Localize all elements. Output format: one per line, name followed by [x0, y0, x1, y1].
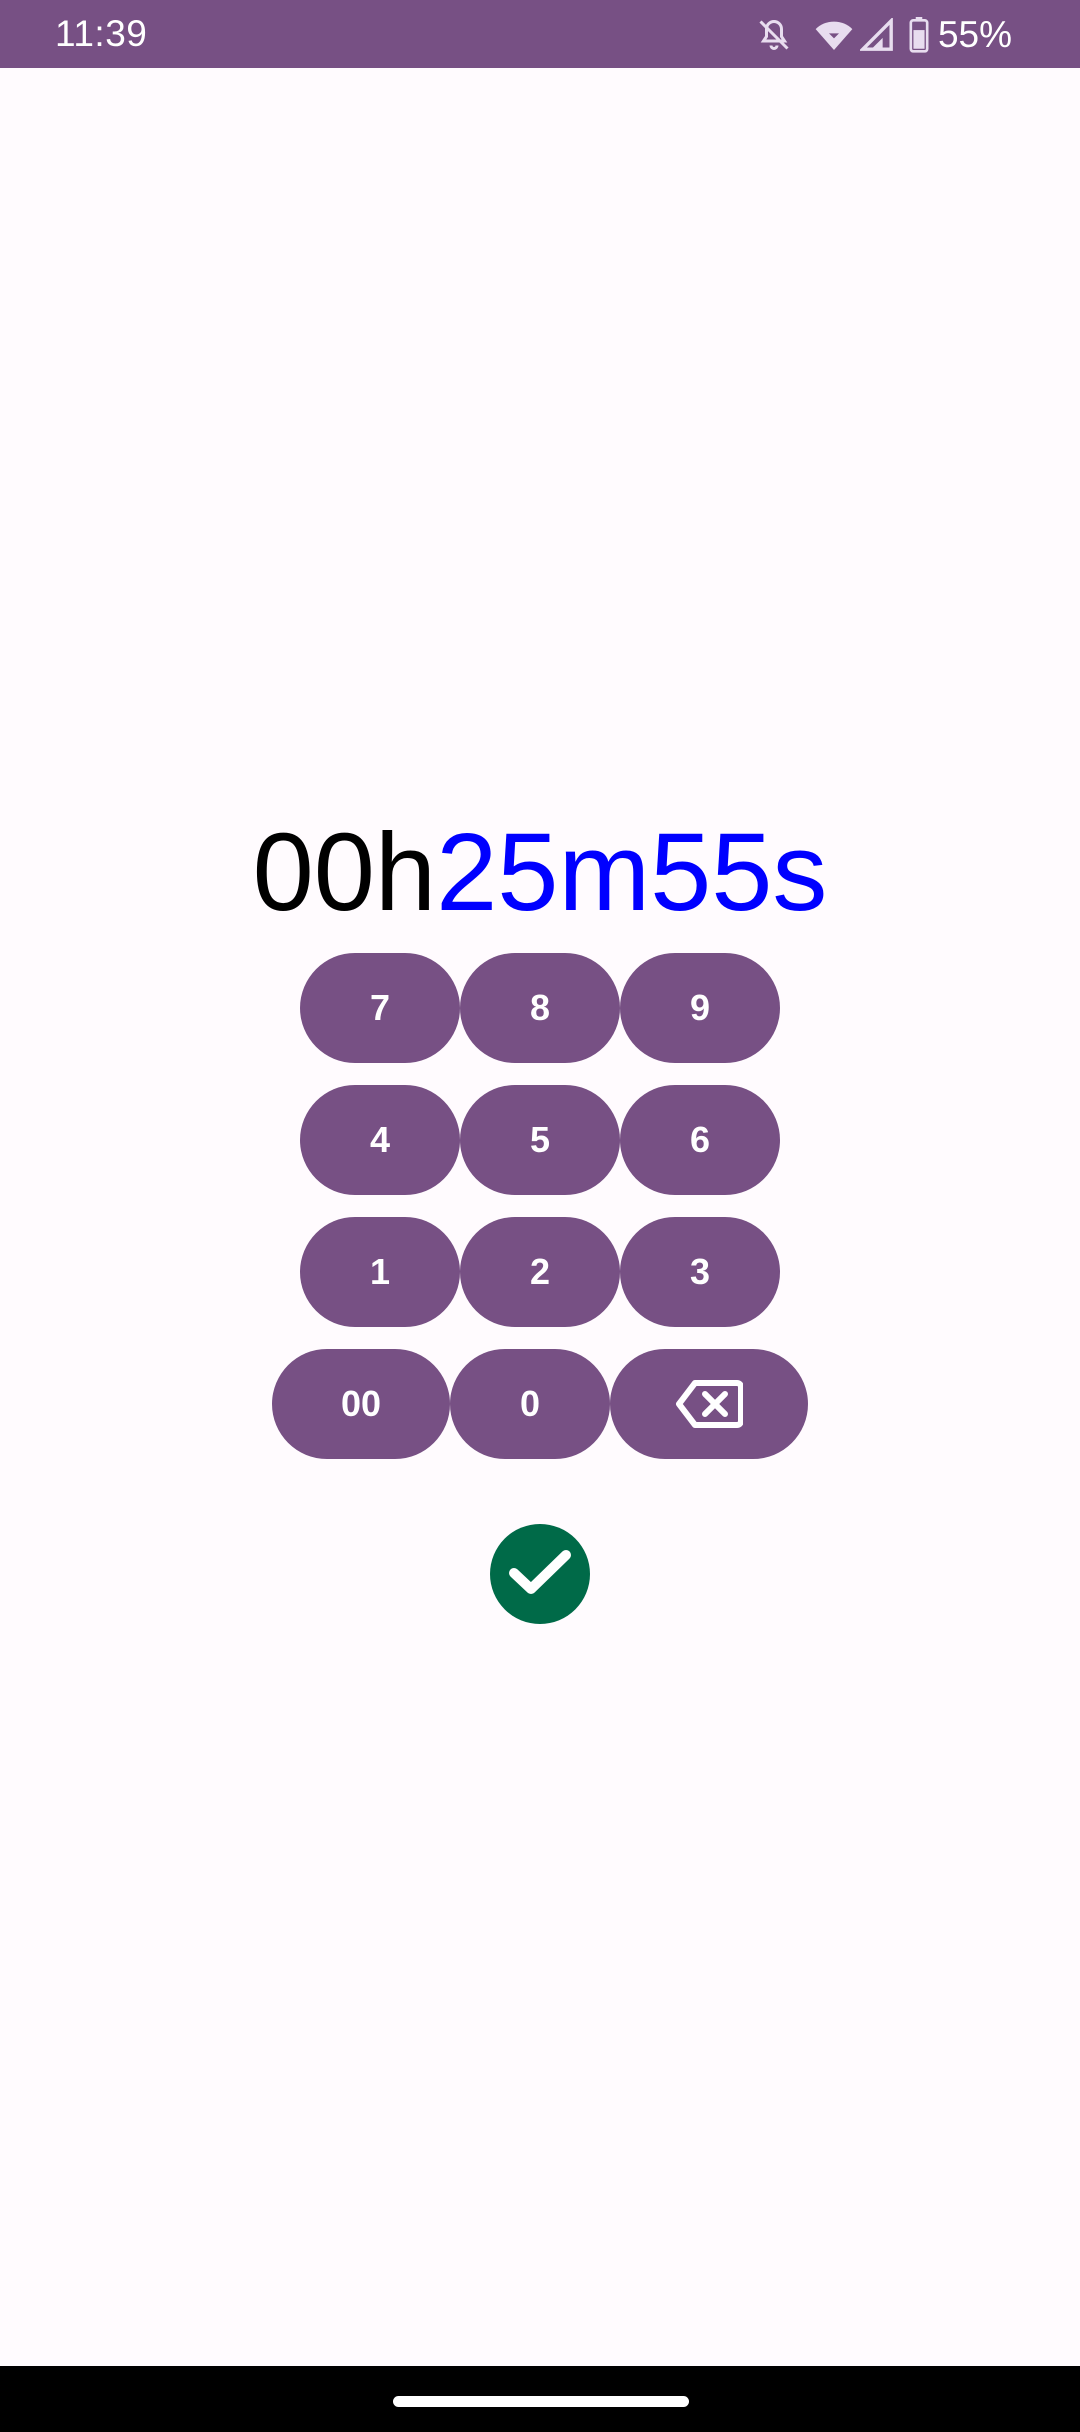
key-1[interactable]: 1 [300, 1217, 460, 1327]
backspace-icon [675, 1379, 743, 1429]
hours-value: 00h [252, 811, 437, 934]
confirm-button[interactable] [490, 1524, 590, 1624]
backspace-button[interactable] [610, 1349, 808, 1459]
key-9[interactable]: 9 [620, 953, 780, 1063]
key-2[interactable]: 2 [460, 1217, 620, 1327]
signal-icon [859, 18, 894, 52]
seconds-value: 55s [650, 811, 828, 934]
timer-display: 00h25m55s [0, 808, 1080, 938]
check-icon [507, 1547, 573, 1602]
battery-percent: 55% [937, 14, 1012, 55]
key-8[interactable]: 8 [460, 953, 620, 1063]
wifi-icon [814, 18, 854, 52]
minutes-value: 25m [436, 811, 651, 934]
key-5[interactable]: 5 [460, 1085, 620, 1195]
key-7[interactable]: 7 [300, 953, 460, 1063]
status-icons: 55% [756, 14, 1012, 56]
status-time: 11:39 [55, 13, 148, 54]
key-6[interactable]: 6 [620, 1085, 780, 1195]
home-handle[interactable] [393, 2396, 689, 2407]
status-bar: 11:39 55% [0, 0, 1080, 68]
battery-icon [908, 17, 930, 53]
key-0[interactable]: 0 [450, 1349, 610, 1459]
bell-off-icon [756, 17, 792, 53]
key-00[interactable]: 00 [272, 1349, 450, 1459]
navigation-bar [0, 2366, 1080, 2432]
key-4[interactable]: 4 [300, 1085, 460, 1195]
key-3[interactable]: 3 [620, 1217, 780, 1327]
